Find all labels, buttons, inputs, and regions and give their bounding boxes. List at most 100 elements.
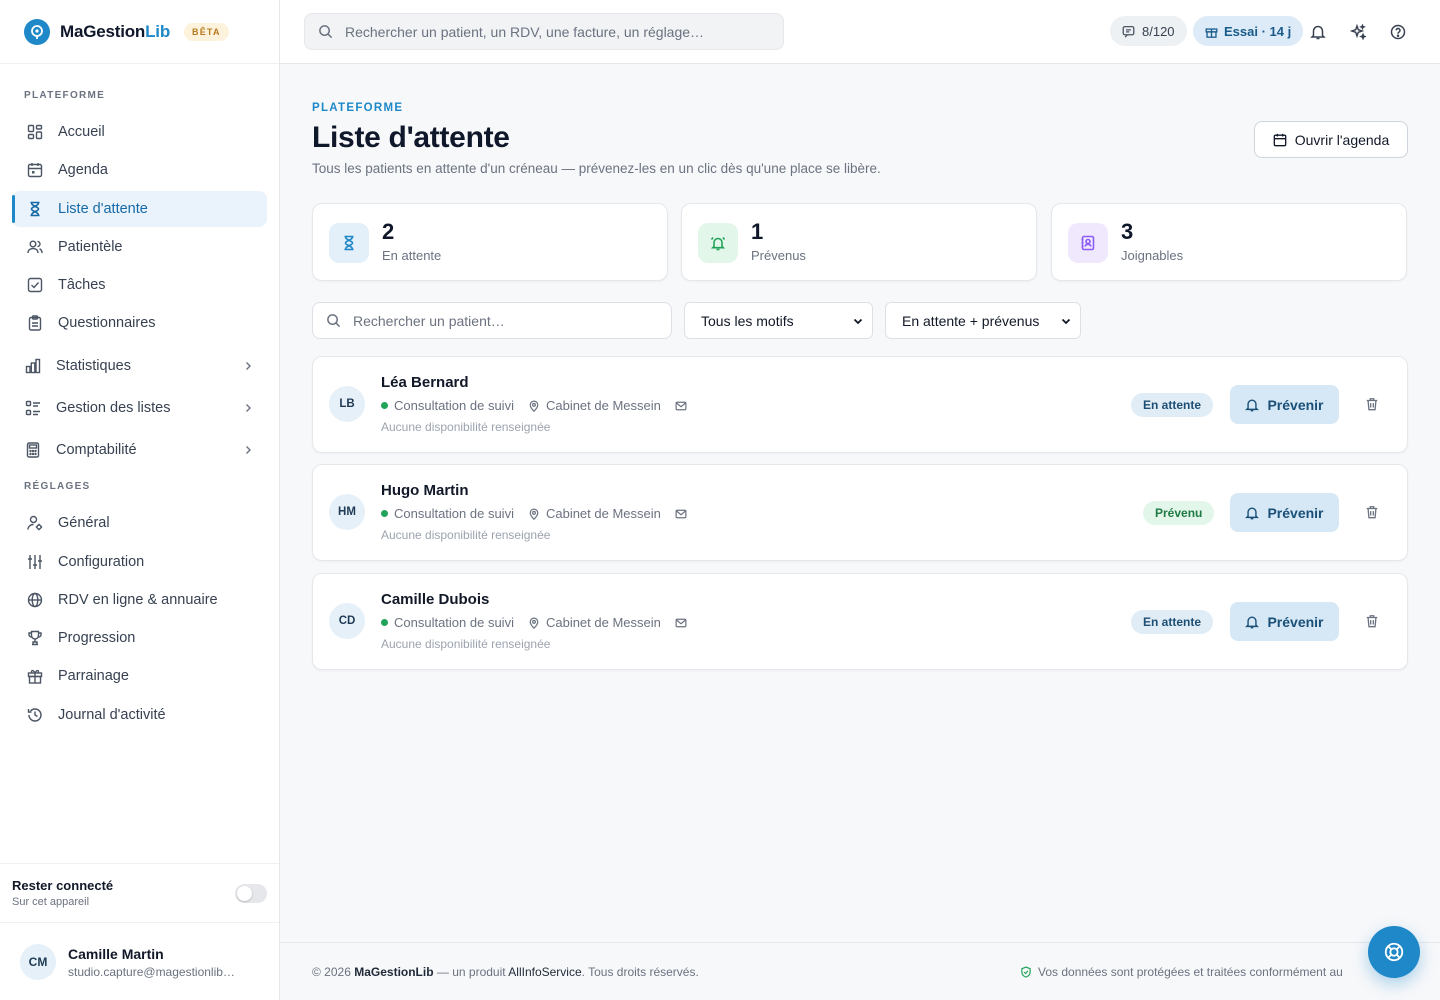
location-pin-icon (528, 400, 540, 412)
notify-button[interactable]: Prévenir (1230, 493, 1339, 532)
patient-search[interactable] (312, 302, 672, 339)
open-agenda-button[interactable]: Ouvrir l'agenda (1254, 121, 1408, 158)
sparkles-icon[interactable] (1348, 22, 1368, 42)
patient-card[interactable]: LB Léa Bernard Consultation de suivi Cab… (312, 356, 1408, 453)
patient-card[interactable]: CD Camille Dubois Consultation de suivi … (312, 573, 1408, 670)
patient-name: Camille Dubois (381, 591, 490, 608)
bell-icon (1245, 398, 1260, 412)
notify-button-label: Prévenir (1267, 613, 1324, 630)
patient-availability: Aucune disponibilité renseignée (381, 420, 551, 434)
bar-chart-icon (24, 357, 42, 375)
sidebar-item-taches[interactable]: Tâches (12, 267, 267, 303)
stat-value: 3 (1121, 219, 1134, 244)
patient-availability: Aucune disponibilité renseignée (381, 528, 551, 542)
sidebar-item-patientele[interactable]: Patientèle (12, 229, 267, 265)
stat-label: Joignables (1121, 248, 1184, 263)
mail-icon[interactable] (675, 508, 687, 520)
sidebar-item-label: RDV en ligne & annuaire (58, 592, 218, 608)
mail-icon[interactable] (675, 617, 687, 629)
notify-button[interactable]: Prévenir (1230, 385, 1339, 424)
mail-icon[interactable] (675, 400, 687, 412)
footer-company-link[interactable]: AllInfoService (508, 965, 581, 979)
beta-badge: BÊTA (184, 22, 229, 41)
patient-search-input[interactable] (353, 312, 653, 329)
stay-connected-subtitle: Sur cet appareil (12, 896, 90, 908)
support-lifebuoy-button[interactable] (1368, 926, 1420, 978)
sidebar-item-progression[interactable]: Progression (12, 620, 267, 656)
stat-label: Prévenus (751, 248, 806, 263)
chevron-right-icon (243, 361, 253, 371)
motif-select[interactable]: Tous les motifs (684, 302, 873, 339)
sidebar-item-label: Statistiques (56, 358, 131, 374)
message-icon (1122, 25, 1135, 38)
help-circle-icon[interactable] (1388, 22, 1408, 42)
patient-availability: Aucune disponibilité renseignée (381, 637, 551, 651)
calculator-icon (24, 441, 42, 459)
bell-icon[interactable] (1308, 22, 1328, 42)
brand[interactable]: MaGestionLib BÊTA (0, 0, 279, 64)
hourglass-icon (329, 223, 369, 263)
stat-label: En attente (382, 248, 442, 263)
sidebar-item-parrainage[interactable]: Parrainage (12, 658, 267, 694)
hourglass-icon (26, 200, 44, 218)
sidebar-item-label: Tâches (58, 277, 106, 293)
sidebar-item-agenda[interactable]: Agenda (12, 152, 267, 188)
sms-counter-pill[interactable]: 8/120 (1110, 16, 1187, 46)
global-search-input[interactable] (345, 23, 765, 40)
sidebar-item-label: Parrainage (58, 668, 129, 684)
nav-section-platform: PLATEFORME (24, 90, 106, 101)
sidebar-item-rdv-en-ligne[interactable]: RDV en ligne & annuaire (12, 582, 267, 618)
patient-location: Cabinet de Messein (545, 506, 661, 521)
chevron-right-icon (243, 445, 253, 455)
patient-card[interactable]: HM Hugo Martin Consultation de suivi Cab… (312, 464, 1408, 561)
sidebar-item-general[interactable]: Général (12, 505, 267, 541)
sidebar-item-gestion-listes[interactable]: Gestion des listes (12, 390, 267, 426)
search-icon (318, 24, 333, 39)
status-select-value: En attente + prévenus (902, 312, 1040, 329)
sidebar-item-questionnaires[interactable]: Questionnaires (12, 305, 267, 341)
trial-pill[interactable]: Essai · 14 j (1193, 16, 1304, 46)
stay-connected-toggle[interactable] (235, 884, 267, 903)
avatar: CD (329, 603, 365, 639)
sidebar-item-label: Progression (58, 630, 136, 646)
stat-card-notified: 1 Prévenus (681, 203, 1037, 281)
avatar: HM (329, 494, 365, 530)
sidebar-item-journal[interactable]: Journal d'activité (12, 697, 267, 733)
list-icon (24, 399, 42, 417)
sms-counter: 8/120 (1142, 23, 1175, 39)
patient-meta: Consultation de suivi Cabinet de Messein (381, 615, 687, 630)
trash-icon[interactable] (1365, 397, 1381, 413)
stat-card-waiting: 2 En attente (312, 203, 668, 281)
sidebar-item-liste-attente[interactable]: Liste d'attente (12, 191, 267, 227)
users-icon (26, 238, 44, 256)
user-profile[interactable]: CM Camille Martin studio.capture@magesti… (0, 924, 279, 1000)
notify-button-label: Prévenir (1267, 504, 1324, 521)
sidebar-item-comptabilite[interactable]: Comptabilité (12, 432, 267, 468)
stat-value: 2 (382, 219, 395, 244)
contact-book-icon (1068, 223, 1108, 263)
notify-button[interactable]: Prévenir (1230, 602, 1339, 641)
brand-logo-icon (24, 18, 50, 45)
topbar: 8/120 Essai · 14 j (280, 0, 1440, 64)
trial-label: Essai · 14 j (1224, 23, 1292, 39)
trash-icon[interactable] (1365, 505, 1381, 521)
notify-button-label: Prévenir (1267, 396, 1324, 413)
page-title: Liste d'attente (312, 121, 510, 154)
sidebar-item-accueil[interactable]: Accueil (12, 114, 267, 150)
motif-dot-icon (381, 402, 388, 409)
chevron-down-icon (1060, 315, 1072, 327)
sidebar-item-configuration[interactable]: Configuration (12, 544, 267, 580)
footer-brand-link[interactable]: MaGestionLib (354, 965, 433, 979)
global-search[interactable] (304, 13, 784, 50)
status-select[interactable]: En attente + prévenus (885, 302, 1081, 339)
brand-name: MaGestionLib (60, 21, 171, 41)
footer-privacy: Vos données sont protégées et traitées c… (1020, 965, 1343, 979)
stay-connected-title: Rester connecté (12, 878, 114, 893)
globe-icon (26, 591, 44, 609)
history-icon (26, 706, 44, 724)
sidebar-item-statistiques[interactable]: Statistiques (12, 348, 267, 384)
sidebar-item-label: Agenda (58, 162, 108, 178)
trash-icon[interactable] (1365, 614, 1381, 630)
footer: © 2026 MaGestionLib — un produit AllInfo… (280, 942, 1440, 1000)
user-gear-icon (26, 514, 44, 532)
